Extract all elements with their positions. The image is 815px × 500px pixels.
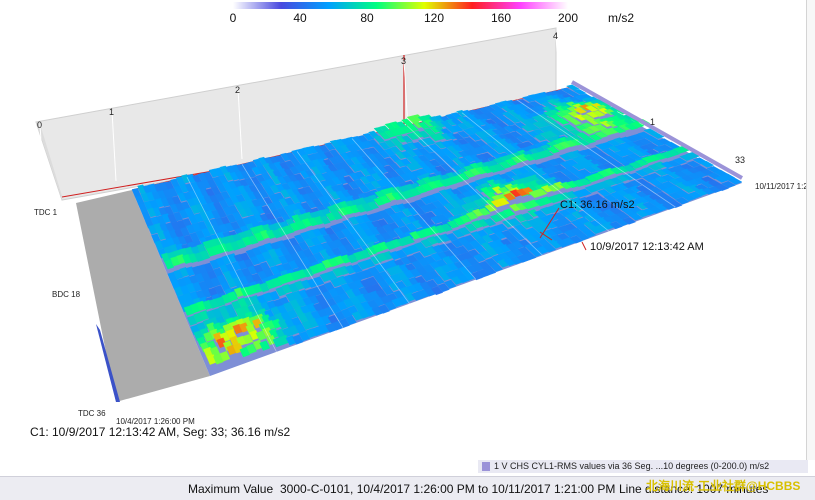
watermark-text: 北海川流-工业社群@HCBBS (646, 479, 801, 493)
legend-swatch (482, 462, 490, 471)
wall-tick-label: 0 (37, 120, 42, 130)
y-axis-label: TDC 36 (78, 409, 106, 418)
y-axis-label: TDC 1 (34, 208, 58, 217)
color-scale-strip (233, 2, 568, 9)
x-end-label: 10/11/2017 1:2 (755, 182, 808, 191)
scale-tick-40: 40 (293, 11, 307, 25)
wall-tick-label: 3 (401, 56, 406, 66)
scale-tick-120: 120 (423, 11, 445, 25)
scale-tick-160: 160 (490, 11, 512, 25)
status-value: 3000-C-0101, 10/4/2017 1:26:00 PM to 10/… (280, 482, 616, 496)
scale-tick-200: 200 (557, 11, 579, 25)
legend-text: 1 V CHS CYL1-RMS values via 36 Seg. ...1… (494, 461, 770, 471)
segment-tick-label: 33 (735, 155, 745, 165)
wall-tick-label: 4 (553, 31, 558, 41)
y-axis-label: BDC 18 (52, 290, 81, 299)
wall-tick-label: 2 (235, 85, 240, 95)
cursor-tick (581, 241, 587, 251)
scale-tick-80: 80 (360, 11, 374, 25)
wall-tick-label: 1 (109, 107, 114, 117)
vertical-scrollbar[interactable] (806, 0, 815, 460)
waterfall-chart-view: 01234 1 33 TDC 1 BDC 18 TDC 36 10/4/2017 1:26… (0, 0, 815, 500)
cursor-time-label[interactable]: 10/9/2017 12:13:42 AM (590, 241, 704, 253)
cursor-info-text: C1: 10/9/2017 12:13:42 AM, Seg: 33; 36.1… (30, 425, 291, 439)
scale-tick-0: 0 (229, 11, 237, 25)
status-label: Maximum Value (188, 482, 274, 496)
segment-tick-label: 1 (650, 117, 655, 127)
cursor-value-label[interactable]: C1: 36.16 m/s2 (560, 199, 635, 211)
scale-unit: m/s2 (608, 11, 635, 25)
legend: 1 V CHS CYL1-RMS values via 36 Seg. ...1… (478, 460, 808, 473)
color-scale-bar (233, 2, 568, 9)
